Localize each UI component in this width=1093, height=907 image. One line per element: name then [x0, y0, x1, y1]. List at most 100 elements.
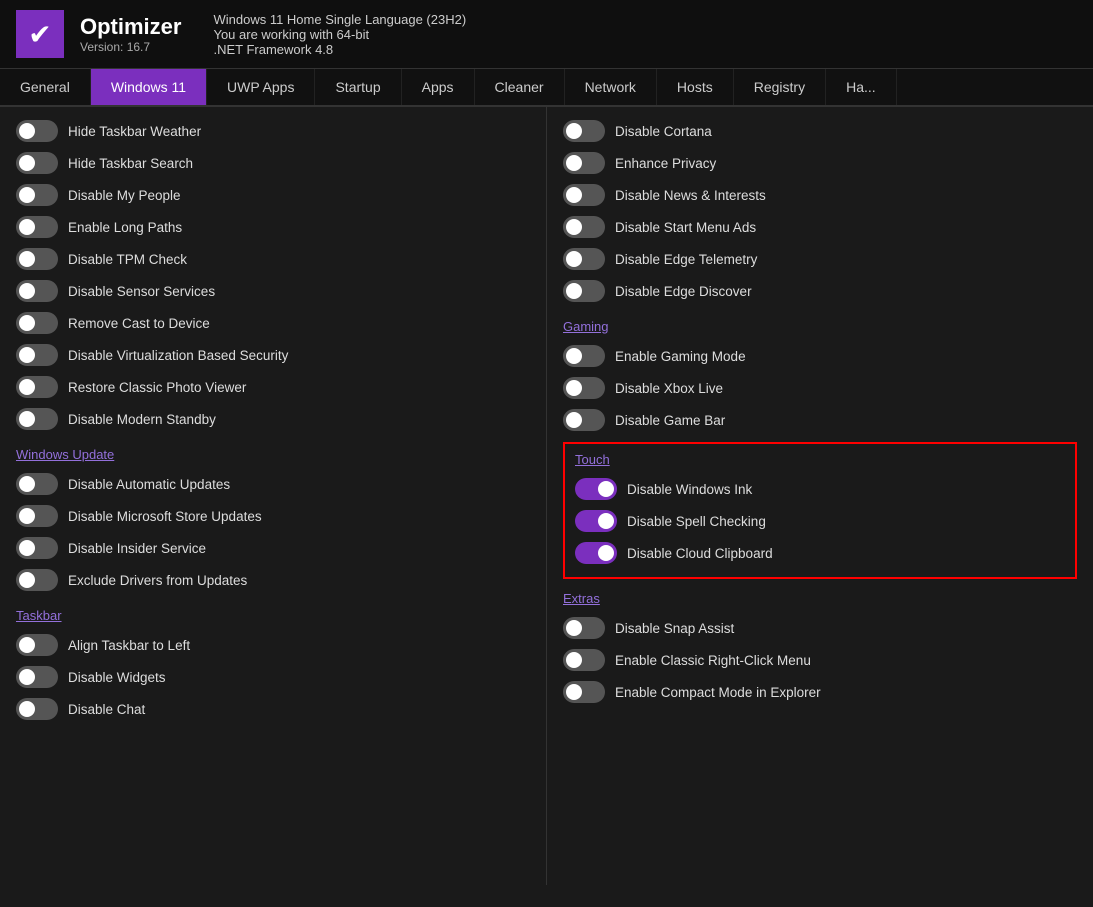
toggle-disable-auto-updates[interactable] — [16, 473, 58, 495]
label-disable-cortana: Disable Cortana — [615, 124, 712, 139]
label-exclude-drivers: Exclude Drivers from Updates — [68, 573, 247, 588]
label-disable-spell-checking: Disable Spell Checking — [627, 514, 766, 529]
toggle-disable-my-people[interactable] — [16, 184, 58, 206]
list-item: Disable Widgets — [16, 661, 530, 693]
label-disable-my-people: Disable My People — [68, 188, 181, 203]
list-item: Restore Classic Photo Viewer — [16, 371, 530, 403]
label-enable-gaming-mode: Enable Gaming Mode — [615, 349, 746, 364]
list-item: Disable Cortana — [563, 115, 1077, 147]
toggle-disable-windows-ink[interactable] — [575, 478, 617, 500]
label-enhance-privacy: Enhance Privacy — [615, 156, 716, 171]
toggle-restore-classic-photo[interactable] — [16, 376, 58, 398]
tab-registry[interactable]: Registry — [734, 69, 826, 105]
list-item: Enable Long Paths — [16, 211, 530, 243]
label-disable-snap-assist: Disable Snap Assist — [615, 621, 734, 636]
toggle-disable-cloud-clipboard[interactable] — [575, 542, 617, 564]
nav-tabs: General Windows 11 UWP Apps Startup Apps… — [0, 69, 1093, 107]
label-disable-vbs: Disable Virtualization Based Security — [68, 348, 288, 363]
list-item: Exclude Drivers from Updates — [16, 564, 530, 596]
list-item: Enable Classic Right-Click Menu — [563, 644, 1077, 676]
tab-network[interactable]: Network — [565, 69, 657, 105]
toggle-exclude-drivers[interactable] — [16, 569, 58, 591]
toggle-disable-news[interactable] — [563, 184, 605, 206]
main-content: Hide Taskbar Weather Hide Taskbar Search… — [0, 107, 1093, 885]
system-info: Windows 11 Home Single Language (23H2) Y… — [213, 12, 466, 57]
section-gaming: Gaming — [563, 319, 1077, 334]
toggle-disable-game-bar[interactable] — [563, 409, 605, 431]
toggle-disable-tpm-check[interactable] — [16, 248, 58, 270]
toggle-disable-widgets[interactable] — [16, 666, 58, 688]
toggle-align-taskbar-left[interactable] — [16, 634, 58, 656]
list-item: Disable Snap Assist — [563, 612, 1077, 644]
bit-info: You are working with 64-bit — [213, 27, 466, 42]
list-item: Disable Edge Discover — [563, 275, 1077, 307]
toggle-disable-snap-assist[interactable] — [563, 617, 605, 639]
toggle-disable-cortana[interactable] — [563, 120, 605, 142]
list-item: Disable Chat — [16, 693, 530, 725]
toggle-hide-taskbar-search[interactable] — [16, 152, 58, 174]
toggle-disable-xbox-live[interactable] — [563, 377, 605, 399]
section-windows-update: Windows Update — [16, 447, 530, 462]
toggle-enable-long-paths[interactable] — [16, 216, 58, 238]
list-item: Disable News & Interests — [563, 179, 1077, 211]
toggle-disable-spell-checking[interactable] — [575, 510, 617, 532]
toggle-remove-cast-to-device[interactable] — [16, 312, 58, 334]
label-disable-tpm-check: Disable TPM Check — [68, 252, 187, 267]
label-align-taskbar-left: Align Taskbar to Left — [68, 638, 190, 653]
toggle-compact-mode-explorer[interactable] — [563, 681, 605, 703]
label-disable-store-updates: Disable Microsoft Store Updates — [68, 509, 262, 524]
list-item: Enable Compact Mode in Explorer — [563, 676, 1077, 708]
toggle-disable-store-updates[interactable] — [16, 505, 58, 527]
tab-ha[interactable]: Ha... — [826, 69, 897, 105]
label-disable-game-bar: Disable Game Bar — [615, 413, 725, 428]
list-item: Disable Insider Service — [16, 532, 530, 564]
section-taskbar: Taskbar — [16, 608, 530, 623]
tab-general[interactable]: General — [0, 69, 91, 105]
list-item: Disable Virtualization Based Security — [16, 339, 530, 371]
toggle-disable-edge-telemetry[interactable] — [563, 248, 605, 270]
list-item: Disable Xbox Live — [563, 372, 1077, 404]
os-info: Windows 11 Home Single Language (23H2) — [213, 12, 466, 27]
left-column: Hide Taskbar Weather Hide Taskbar Search… — [0, 107, 546, 885]
toggle-disable-vbs[interactable] — [16, 344, 58, 366]
label-hide-taskbar-search: Hide Taskbar Search — [68, 156, 193, 171]
list-item: Enhance Privacy — [563, 147, 1077, 179]
label-remove-cast-to-device: Remove Cast to Device — [68, 316, 210, 331]
list-item: Disable Microsoft Store Updates — [16, 500, 530, 532]
label-restore-classic-photo: Restore Classic Photo Viewer — [68, 380, 246, 395]
label-compact-mode-explorer: Enable Compact Mode in Explorer — [615, 685, 821, 700]
toggle-classic-right-click[interactable] — [563, 649, 605, 671]
toggle-hide-taskbar-weather[interactable] — [16, 120, 58, 142]
label-disable-modern-standby: Disable Modern Standby — [68, 412, 216, 427]
list-item: Disable Sensor Services — [16, 275, 530, 307]
app-logo: ✔ — [16, 10, 64, 58]
list-item: Disable Edge Telemetry — [563, 243, 1077, 275]
list-item: Disable Modern Standby — [16, 403, 530, 435]
toggle-disable-sensor-services[interactable] — [16, 280, 58, 302]
tab-cleaner[interactable]: Cleaner — [475, 69, 565, 105]
tab-hosts[interactable]: Hosts — [657, 69, 734, 105]
label-disable-chat: Disable Chat — [68, 702, 145, 717]
toggle-disable-modern-standby[interactable] — [16, 408, 58, 430]
toggle-disable-start-ads[interactable] — [563, 216, 605, 238]
toggle-disable-insider-service[interactable] — [16, 537, 58, 559]
list-item: Disable Spell Checking — [575, 505, 1065, 537]
list-item: Hide Taskbar Weather — [16, 115, 530, 147]
toggle-enhance-privacy[interactable] — [563, 152, 605, 174]
toggle-disable-edge-discover[interactable] — [563, 280, 605, 302]
tab-apps[interactable]: Apps — [402, 69, 475, 105]
app-version: Version: 16.7 — [80, 40, 181, 54]
tab-uwp-apps[interactable]: UWP Apps — [207, 69, 315, 105]
toggle-enable-gaming-mode[interactable] — [563, 345, 605, 367]
list-item: Disable Windows Ink — [575, 473, 1065, 505]
list-item: Hide Taskbar Search — [16, 147, 530, 179]
list-item: Disable My People — [16, 179, 530, 211]
tab-startup[interactable]: Startup — [315, 69, 401, 105]
tab-windows11[interactable]: Windows 11 — [91, 69, 207, 105]
toggle-disable-chat[interactable] — [16, 698, 58, 720]
section-touch: Touch — [575, 452, 1065, 467]
label-disable-news: Disable News & Interests — [615, 188, 766, 203]
label-classic-right-click: Enable Classic Right-Click Menu — [615, 653, 811, 668]
list-item: Disable Cloud Clipboard — [575, 537, 1065, 569]
list-item: Disable TPM Check — [16, 243, 530, 275]
